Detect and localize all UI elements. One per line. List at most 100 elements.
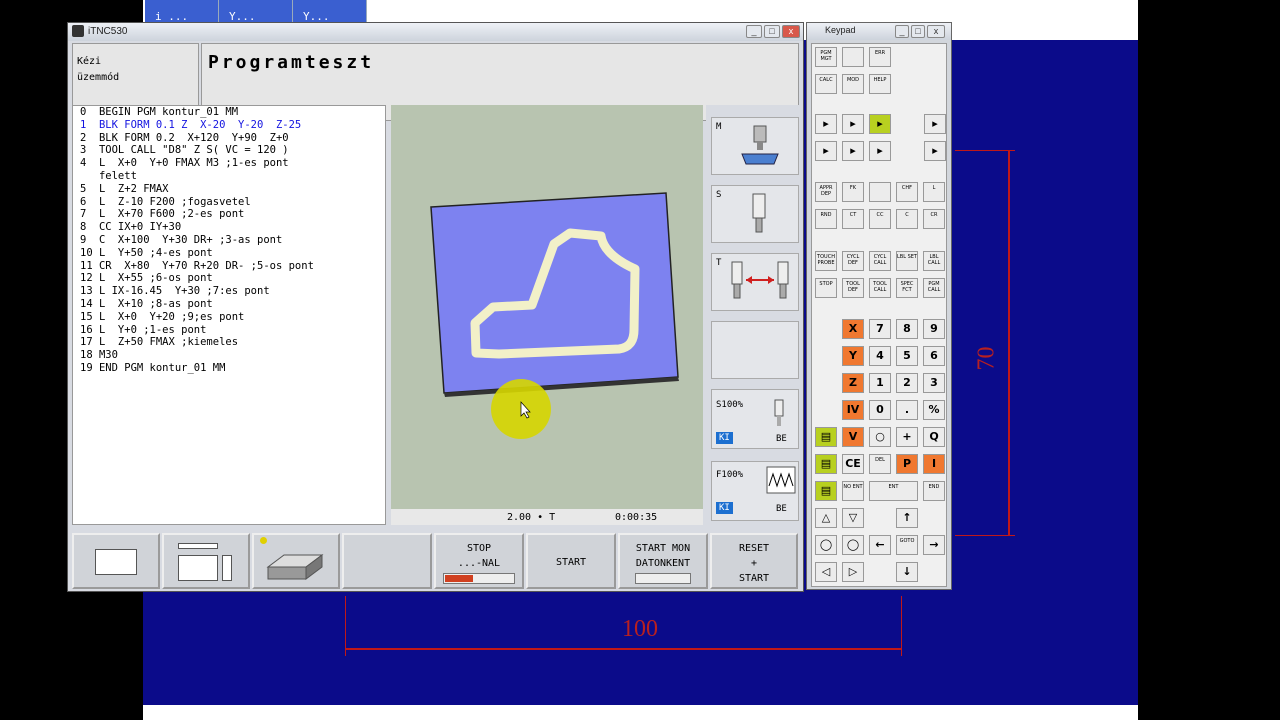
code-line[interactable]: 18 M30 <box>80 349 378 362</box>
s-spindle-softkey[interactable]: S <box>711 185 799 243</box>
key-actual-position[interactable]: ▤ <box>815 427 837 447</box>
key-cycle-2[interactable]: CYCL CALL <box>869 251 891 271</box>
key-axis-3[interactable]: IV <box>842 400 864 420</box>
keypad-maximize-button[interactable]: □ <box>911 25 925 38</box>
key-top-3[interactable]: CALC <box>815 74 837 94</box>
code-line[interactable]: 14 L X+10 ;8-as pont <box>80 298 378 311</box>
softkey-layout-split[interactable] <box>162 533 250 589</box>
code-line[interactable]: 1 BLK FORM 0.1 Z X-20 Y-20 Z-25 <box>80 119 378 132</box>
key-nav-icon[interactable]: ▸ <box>815 141 837 161</box>
code-line[interactable]: 3 TOOL CALL "D8" Z S( VC = 120 ) <box>80 144 378 157</box>
key-no-ent[interactable]: NO ENT <box>842 481 864 501</box>
key-prev[interactable]: ◁ <box>815 562 837 582</box>
key-i[interactable]: I <box>923 454 945 474</box>
key-axis-4[interactable]: V <box>842 427 864 447</box>
key-circle[interactable]: ○ <box>869 427 891 447</box>
key-top-0[interactable]: PGM MGT <box>815 47 837 67</box>
key-q[interactable]: Q <box>923 427 945 447</box>
t-tool-softkey[interactable]: T <box>711 253 799 311</box>
feed-ki-toggle[interactable]: KI <box>716 502 733 514</box>
key-axis-2[interactable]: Z <box>842 373 864 393</box>
code-line[interactable]: 11 CR X+80 Y+70 R+20 DR- ;5-os pont <box>80 260 378 273</box>
spindle-override-panel[interactable]: S100% KI BE <box>711 389 799 449</box>
key-cycle-7[interactable]: TOOL CALL <box>869 278 891 298</box>
key-digit[interactable]: 2 <box>896 373 918 393</box>
code-line[interactable]: 0 BEGIN PGM kontur_01 MM <box>80 106 378 119</box>
key-prog-6[interactable]: CT <box>842 209 864 229</box>
key-digit[interactable]: 3 <box>923 373 945 393</box>
code-line[interactable]: 2 BLK FORM 0.2 X+120 Y+90 Z+0 <box>80 132 378 145</box>
empty-softkey[interactable] <box>711 321 799 379</box>
key-nav-icon[interactable]: ▸ <box>869 114 891 134</box>
maximize-button[interactable]: □ <box>764 25 780 38</box>
code-line[interactable]: felett <box>80 170 378 183</box>
key-prog-7[interactable]: CC <box>869 209 891 229</box>
softkey-stop-at[interactable]: STOP ...-NAL <box>434 533 524 589</box>
key-top-1[interactable] <box>842 47 864 67</box>
key-prog-0[interactable]: APPR DEP <box>815 182 837 202</box>
key-end[interactable]: END <box>923 481 945 501</box>
key-del[interactable]: DEL <box>869 454 891 474</box>
code-line[interactable]: 5 L Z+2 FMAX <box>80 183 378 196</box>
code-line[interactable]: 19 END PGM kontur_01 MM <box>80 362 378 375</box>
tnc-titlebar[interactable]: iTNC530 _ □ x <box>68 23 803 41</box>
key-p[interactable]: P <box>896 454 918 474</box>
code-line[interactable]: 16 L Y+0 ;1-es pont <box>80 324 378 337</box>
key-cycle-1[interactable]: CYCL DEF <box>842 251 864 271</box>
key-arrow-up[interactable]: ↑ <box>896 508 918 528</box>
key-digit[interactable]: . <box>896 400 918 420</box>
key-digit[interactable]: 6 <box>923 346 945 366</box>
key-digit[interactable]: 1 <box>869 373 891 393</box>
key-digit[interactable]: 5 <box>896 346 918 366</box>
key-rotate-alt[interactable]: ◯ <box>842 535 864 555</box>
key-nav-icon[interactable]: ▸ <box>815 114 837 134</box>
key-arrow-right[interactable]: → <box>923 535 945 555</box>
key-ent[interactable]: ENT <box>869 481 918 501</box>
code-line[interactable]: 10 L Y+50 ;4-es pont <box>80 247 378 260</box>
key-digit[interactable]: 9 <box>923 319 945 339</box>
key-cycle-4[interactable]: LBL CALL <box>923 251 945 271</box>
key-axis-1[interactable]: Y <box>842 346 864 366</box>
key-nav-icon[interactable]: ▸ <box>869 141 891 161</box>
key-ce[interactable]: CE <box>842 454 864 474</box>
key-nav-icon[interactable]: ▸ <box>924 141 946 161</box>
key-cycle-8[interactable]: SPEC FCT <box>896 278 918 298</box>
key-cycle-6[interactable]: TOOL DEF <box>842 278 864 298</box>
cad-tab[interactable]: i ... <box>145 0 219 24</box>
feed-override-panel[interactable]: F100% KI BE <box>711 461 799 521</box>
nc-program-listing[interactable]: 0 BEGIN PGM kontur_01 MM 1 BLK FORM 0.1 Z… <box>72 105 386 525</box>
softkey-start[interactable]: START <box>526 533 616 589</box>
key-prog-1[interactable]: FK <box>842 182 864 202</box>
softkey-3d-view[interactable] <box>252 533 340 589</box>
key-top-2[interactable]: ERR <box>869 47 891 67</box>
key-arrow-down[interactable]: ↓ <box>896 562 918 582</box>
key-digit[interactable]: 0 <box>869 400 891 420</box>
key-digit[interactable]: 4 <box>869 346 891 366</box>
key-digit[interactable]: 7 <box>869 319 891 339</box>
minimize-button[interactable]: _ <box>746 25 762 38</box>
code-line[interactable]: 6 L Z-10 F200 ;fogasvetel <box>80 196 378 209</box>
key-green[interactable]: ▤ <box>815 481 837 501</box>
close-button[interactable]: x <box>782 25 800 38</box>
key-goto[interactable]: GOTO <box>896 535 918 555</box>
key-axis-0[interactable]: X <box>842 319 864 339</box>
feed-be-toggle[interactable]: BE <box>776 504 787 514</box>
key-plus[interactable]: + <box>896 427 918 447</box>
m-function-softkey[interactable]: M <box>711 117 799 175</box>
key-cycle-5[interactable]: STOP <box>815 278 837 298</box>
key-cycle-3[interactable]: LBL SET <box>896 251 918 271</box>
softkey-empty[interactable] <box>342 533 432 589</box>
key-top-5[interactable]: HELP <box>869 74 891 94</box>
key-digit[interactable]: 8 <box>896 319 918 339</box>
keypad-close-button[interactable]: x <box>927 25 945 38</box>
code-line[interactable]: 4 L X+0 Y+0 FMAX M3 ;1-es pont <box>80 157 378 170</box>
key-nav-icon[interactable]: ▸ <box>842 114 864 134</box>
code-line[interactable]: 13 L IX-16.45 Y+30 ;7:es pont <box>80 285 378 298</box>
stop-toggle[interactable] <box>443 573 515 584</box>
code-line[interactable]: 9 C X+100 Y+30 DR+ ;3-as pont <box>80 234 378 247</box>
spindle-be-toggle[interactable]: BE <box>776 434 787 444</box>
spindle-ki-toggle[interactable]: KI <box>716 432 733 444</box>
code-line[interactable]: 12 L X+55 ;6-os pont <box>80 272 378 285</box>
key-next[interactable]: ▷ <box>842 562 864 582</box>
key-cycle-9[interactable]: PGM CALL <box>923 278 945 298</box>
